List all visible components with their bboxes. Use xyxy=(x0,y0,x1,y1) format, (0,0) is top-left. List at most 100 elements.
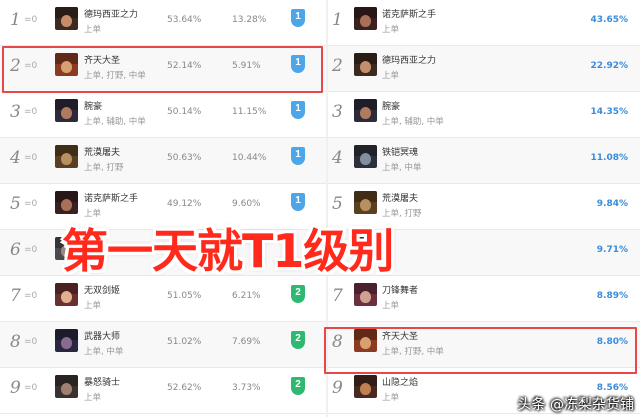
avatar-face-shape xyxy=(360,107,371,119)
tier-badge-icon: 2 xyxy=(291,377,305,395)
champion-row[interactable]: 4 铁铠冥魂 上单, 中单 11.08% xyxy=(328,138,640,184)
champion-name[interactable]: 铁铠冥魂 xyxy=(382,145,418,158)
champion-roles: 上单 xyxy=(382,301,400,311)
rank-number: 1 xyxy=(10,10,21,30)
avatar-face-shape xyxy=(360,383,371,395)
champion-avatar[interactable] xyxy=(55,53,78,76)
percentage-value: 14.35% xyxy=(590,107,629,117)
champion-name[interactable]: 荒漠屠夫 xyxy=(382,191,418,204)
champion-avatar[interactable] xyxy=(55,7,78,30)
champion-name[interactable]: 德玛西亚之力 xyxy=(382,53,436,66)
pick-rate: 6.21% xyxy=(232,291,261,301)
champion-row[interactable]: 3 腕豪 上单, 辅助, 中单 14.35% xyxy=(328,92,640,138)
champion-avatar[interactable] xyxy=(354,283,377,306)
rank-number: 8 xyxy=(332,332,343,352)
rank-change: =0 xyxy=(24,291,38,301)
avatar-face-shape xyxy=(61,153,72,165)
avatar-face-shape xyxy=(360,199,371,211)
champion-avatar[interactable] xyxy=(55,99,78,122)
right-ranking-panel: 1 诺克萨斯之手 上单 43.65% 2 德玛西亚之力 上单 22.92% 3 腕豪 上单, 辅助,… xyxy=(328,0,640,417)
champion-row[interactable]: 1 =0 德玛西亚之力 上单 53.64% 13.28% 1 xyxy=(0,0,326,46)
percentage-value: 9.71% xyxy=(596,245,628,255)
champion-name[interactable]: 无双剑姬 xyxy=(84,283,120,296)
rank-change: =0 xyxy=(24,337,38,347)
avatar-face-shape xyxy=(360,61,371,73)
champion-name[interactable]: 齐天大圣 xyxy=(382,329,418,342)
champion-roles: 上单 xyxy=(84,301,102,311)
pick-rate: 13.28% xyxy=(232,15,267,25)
avatar-face-shape xyxy=(360,153,371,165)
champion-avatar[interactable] xyxy=(55,191,78,214)
tier-badge-icon: 2 xyxy=(291,285,305,303)
champion-name[interactable]: 诺克萨斯之手 xyxy=(382,7,436,20)
champion-avatar[interactable] xyxy=(354,191,377,214)
champion-avatar[interactable] xyxy=(55,329,78,352)
rank-number: 2 xyxy=(10,56,21,76)
champion-avatar[interactable] xyxy=(354,145,377,168)
champion-name[interactable]: 刀锋舞者 xyxy=(382,283,418,296)
rank-number: 7 xyxy=(10,286,21,306)
champion-row[interactable]: 2 =0 齐天大圣 上单, 打野, 中单 52.14% 5.91% 1 xyxy=(0,46,326,92)
champion-row[interactable]: 8 =0 武器大师 上单, 中单 51.02% 7.69% 2 xyxy=(0,322,326,368)
champion-avatar[interactable] xyxy=(354,329,377,352)
champion-roles: 上单, 打野 xyxy=(84,163,124,173)
tier-badge-icon: 1 xyxy=(291,55,305,73)
champion-name[interactable]: 武器大师 xyxy=(84,329,120,342)
champion-row[interactable]: 3 =0 腕豪 上单, 辅助, 中单 50.14% 11.15% 1 xyxy=(0,92,326,138)
champion-row[interactable]: 4 =0 荒漠屠夫 上单, 打野 50.63% 10.44% 1 xyxy=(0,138,326,184)
percentage-value: 8.80% xyxy=(596,337,628,347)
rank-change: =0 xyxy=(24,245,38,255)
champion-avatar[interactable] xyxy=(55,283,78,306)
tier-badge-icon: 1 xyxy=(291,9,305,27)
champion-row[interactable]: 1 诺克萨斯之手 上单 43.65% xyxy=(328,0,640,46)
champion-name[interactable]: 诺克萨斯之手 xyxy=(84,191,138,204)
win-rate: 51.05% xyxy=(167,291,202,301)
champion-name[interactable]: 山隐之焰 xyxy=(382,375,418,388)
rank-number: 7 xyxy=(332,286,343,306)
champion-name[interactable]: 荒漠屠夫 xyxy=(84,145,120,158)
percentage-value: 8.56% xyxy=(596,383,628,393)
watermark-text: 头条 @冻梨杂货铺 xyxy=(517,397,634,413)
champion-avatar[interactable] xyxy=(354,53,377,76)
pick-rate: 5.91% xyxy=(232,61,261,71)
champion-row[interactable]: 7 刀锋舞者上单 8.89% xyxy=(328,276,640,322)
champion-avatar[interactable] xyxy=(354,7,377,30)
champion-name[interactable]: 德玛西亚之力 xyxy=(84,7,138,20)
rank-number: 4 xyxy=(332,148,343,168)
champion-avatar[interactable] xyxy=(354,375,377,398)
champion-roles: 上单, 辅助, 中单 xyxy=(382,117,444,127)
champion-row[interactable]: 8 齐天大圣 上单, 打野, 中单 8.80% xyxy=(328,322,640,368)
champion-roles: 上单 xyxy=(84,25,102,35)
rank-change: =0 xyxy=(24,15,38,25)
champion-name[interactable]: 暴怒骑士 xyxy=(84,375,120,388)
pick-rate: 9.60% xyxy=(232,199,261,209)
champion-avatar[interactable] xyxy=(55,375,78,398)
rank-change: =0 xyxy=(24,199,38,209)
champion-name[interactable]: 腕豪 xyxy=(382,99,400,112)
avatar-face-shape xyxy=(360,15,371,27)
champion-roles: 上单, 辅助, 中单 xyxy=(84,117,146,127)
champion-roles: 上单, 中单 xyxy=(382,163,422,173)
overlay-banner-text: 第一天就T1级别 xyxy=(62,224,394,278)
champion-name[interactable]: 腕豪 xyxy=(84,99,102,112)
champion-avatar[interactable] xyxy=(55,145,78,168)
rank-number: 9 xyxy=(332,378,343,398)
percentage-value: 8.89% xyxy=(596,291,628,301)
avatar-face-shape xyxy=(360,337,371,349)
avatar-face-shape xyxy=(360,291,371,303)
champion-roles: 上单 xyxy=(382,25,400,35)
champion-row[interactable]: 2 德玛西亚之力 上单 22.92% xyxy=(328,46,640,92)
rank-number: 8 xyxy=(10,332,21,352)
champion-avatar[interactable] xyxy=(354,99,377,122)
rank-number: 5 xyxy=(332,194,343,214)
tier-badge-icon: 1 xyxy=(291,101,305,119)
champion-roles: 上单, 打野, 中单 xyxy=(84,71,146,81)
champion-row[interactable]: 9 =0 暴怒骑士 上单 52.62% 3.73% 2 xyxy=(0,368,326,414)
champion-name[interactable]: 齐天大圣 xyxy=(84,53,120,66)
rank-change: =0 xyxy=(24,107,38,117)
tier-badge-icon: 1 xyxy=(291,193,305,211)
champion-row[interactable]: 7 =0 无双剑姬上单 51.05% 6.21% 2 xyxy=(0,276,326,322)
win-rate: 50.14% xyxy=(167,107,202,117)
avatar-face-shape xyxy=(61,61,72,73)
rank-number: 9 xyxy=(10,378,21,398)
